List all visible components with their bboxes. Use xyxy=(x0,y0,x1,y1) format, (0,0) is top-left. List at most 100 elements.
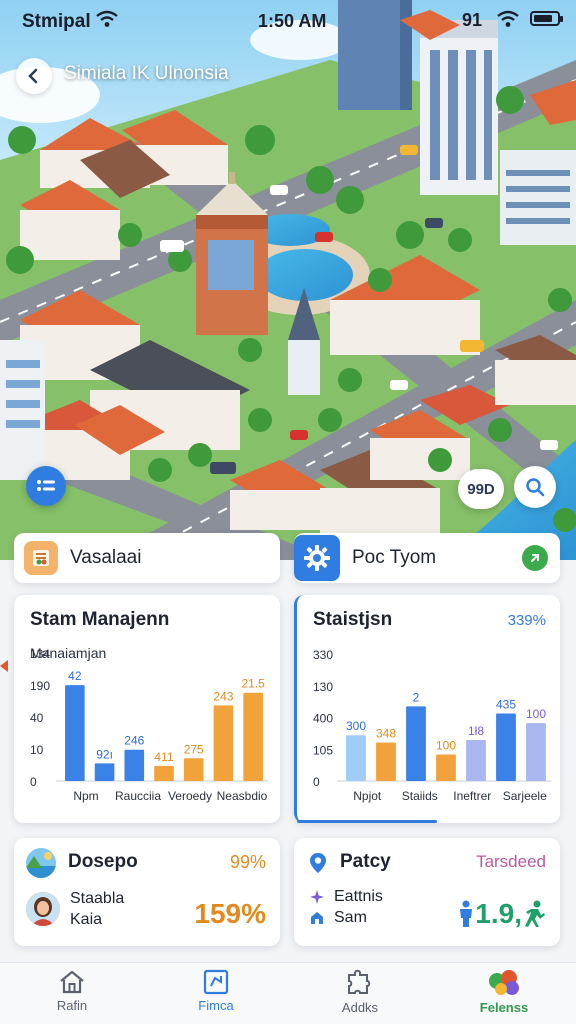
bar-data-label: 243 xyxy=(213,689,233,703)
y-tick-label: 40 xyxy=(30,711,44,725)
nav-item-felenss[interactable]: Felenss xyxy=(432,963,576,1024)
stat-big-number: 1.9, xyxy=(475,898,522,929)
stat-title: Dosepo xyxy=(68,851,138,872)
stat-card-patcy[interactable]: Patcy Tarsdeed Eattnis Sam 1.9, xyxy=(294,838,560,946)
bar-data-label: 100 xyxy=(526,707,546,721)
y-tick-label: 130 xyxy=(313,680,333,694)
stat-big-value: 159% xyxy=(194,898,266,929)
y-tick-label: 190 xyxy=(30,679,50,693)
nav-label: Addks xyxy=(341,1000,379,1015)
nav-item-fimca[interactable]: Fimca xyxy=(144,963,288,1024)
wifi-icon xyxy=(497,10,519,33)
scroll-marker xyxy=(0,660,8,672)
stat-tag: Tarsdeed xyxy=(476,852,546,871)
apps-icon xyxy=(489,970,519,995)
chart-bar xyxy=(154,765,174,781)
y-tick-label: 330 xyxy=(313,648,333,662)
stat-row: Sam xyxy=(310,909,367,927)
chart-bar xyxy=(65,685,85,781)
list-icon xyxy=(37,480,55,491)
nav-label: Felenss xyxy=(479,1000,529,1015)
x-category-label: Staiids xyxy=(402,789,438,803)
bar-chart-right: 330 130 400 105 0 300 348 2 100 1ł8 435 100 Npjot Sta… xyxy=(313,648,551,803)
chart-card-statistics[interactable]: Staistjsn 339% 330 130 400 105 0 300 348 2 100 1ł… xyxy=(294,595,560,823)
stat-line-2: Sam xyxy=(334,909,367,926)
puzzle-icon xyxy=(348,969,371,994)
search-icon xyxy=(526,478,545,497)
landscape-thumbnail xyxy=(26,848,56,878)
gear-icon xyxy=(294,535,340,581)
y-tick-label: 105 xyxy=(313,743,333,757)
bar-data-label: 300 xyxy=(346,719,366,733)
stat-line-1: Eattnis xyxy=(334,888,383,905)
bar-data-label: 275 xyxy=(184,742,204,756)
chart-bar xyxy=(496,713,516,781)
quick-action-label: Poc Tyom xyxy=(352,547,437,568)
city-map[interactable]: Stmipal 1:50 AM 91 Simiala IK Ulnonsia 9… xyxy=(0,0,576,560)
map-zoom-badge[interactable]: 99D xyxy=(458,469,504,509)
stat-line-2: Kaia xyxy=(70,911,103,928)
chart-card-management[interactable]: Stam Manajenn Manaiamjan 134 190 40 10 0 42 92… xyxy=(14,595,280,823)
bar-data-label: 42 xyxy=(68,669,82,683)
bar-data-label: 2 xyxy=(413,690,420,704)
chart-bar xyxy=(213,705,234,781)
search-button[interactable] xyxy=(514,466,556,508)
y-tick-label: 134 xyxy=(30,647,50,661)
arrow-right-icon xyxy=(531,554,539,562)
layers-button[interactable] xyxy=(26,466,66,506)
chart-bar xyxy=(376,742,396,781)
clock-time: 1:50 AM xyxy=(258,11,327,31)
bar-data-label: 100 xyxy=(436,739,456,753)
status-bar: Stmipal 1:50 AM 91 xyxy=(0,0,576,44)
book-icon xyxy=(24,541,58,575)
chart-bar xyxy=(124,749,145,781)
bar-data-label: 246 xyxy=(124,734,144,748)
x-category-label: Raucciia xyxy=(115,789,161,803)
x-category-label: Ineftrer xyxy=(453,789,491,803)
quick-action-vasalaai[interactable]: Vasalaai xyxy=(14,533,280,583)
home-small-icon xyxy=(311,912,323,924)
stat-title: Patcy xyxy=(340,851,391,872)
person-icon xyxy=(460,900,473,927)
back-button[interactable] xyxy=(16,58,52,94)
location-pin-icon xyxy=(308,852,328,879)
bar-data-label: 1ł8 xyxy=(468,724,484,738)
bar-data-label: 411 xyxy=(154,750,173,764)
chart-bar xyxy=(466,740,486,781)
wifi-icon xyxy=(96,10,118,33)
chart-bar xyxy=(436,754,456,781)
bar-data-label: 435 xyxy=(496,698,516,712)
stat-big-value: 1.9, xyxy=(457,898,546,930)
nav-item-rafin[interactable]: Rafin xyxy=(0,963,144,1024)
quick-action-poc-tyom[interactable]: Poc Tyom xyxy=(294,533,560,583)
stat-percent: 99% xyxy=(229,852,266,872)
bar-chart-left: 134 190 40 10 0 42 92ı 246 411 275 243 21.5 Npm Raucc… xyxy=(30,647,268,803)
y-tick-label: 400 xyxy=(313,712,333,726)
chart-bar xyxy=(346,735,366,781)
chart-bar xyxy=(406,706,426,781)
carrier-label: Stmipal xyxy=(22,11,91,32)
bar-data-label: 21.5 xyxy=(241,677,265,691)
battery-icon xyxy=(530,11,563,26)
stat-card-dosepo[interactable]: Dosepo 99% Staabla Kaia 159% xyxy=(14,838,280,946)
x-category-label: Veroedy xyxy=(168,789,212,803)
chart-bar xyxy=(94,763,115,781)
x-category-label: Npjot xyxy=(353,789,382,803)
go-button[interactable] xyxy=(522,545,548,571)
quick-action-label: Vasalaai xyxy=(70,547,142,568)
bottom-navigation: Rafin Fimca Addks Felenss xyxy=(0,962,576,1024)
y-tick-label: 10 xyxy=(30,743,44,757)
map-icon xyxy=(203,969,229,995)
running-person-icon xyxy=(525,900,545,927)
chart-bar xyxy=(183,758,204,781)
chart-bar xyxy=(243,692,263,781)
nav-label: Rafin xyxy=(56,998,88,1013)
nav-item-addks[interactable]: Addks xyxy=(288,963,432,1024)
bar-data-label: 348 xyxy=(376,726,396,740)
x-category-label: Npm xyxy=(73,789,98,803)
stat-row: Eattnis xyxy=(310,888,383,906)
x-category-label: Neasbdio xyxy=(217,789,268,803)
avatar xyxy=(26,892,60,926)
chart-bar xyxy=(526,723,546,781)
stat-line-1: Staabla xyxy=(70,890,125,907)
